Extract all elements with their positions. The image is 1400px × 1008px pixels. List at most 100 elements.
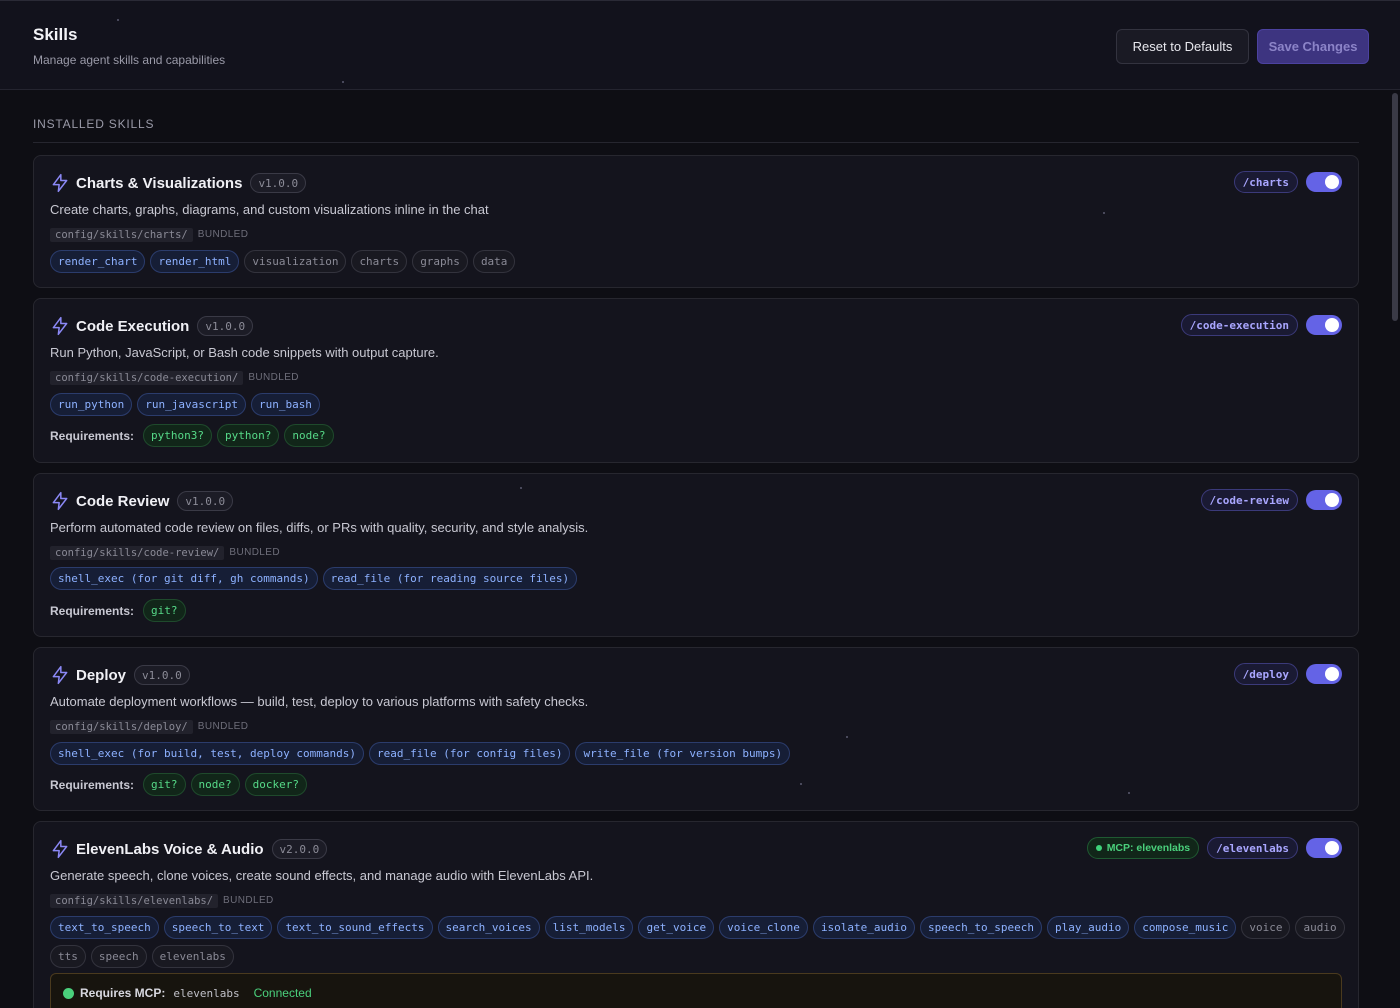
skill-card: Charts & Visualizations v1.0.0 /charts C… — [33, 155, 1359, 288]
slash-command-badge: /code-execution — [1180, 314, 1298, 336]
tool-chip: text_to_speech — [50, 916, 159, 939]
skill-name: Charts & Visualizations — [76, 174, 243, 192]
mcp-status: Connected — [253, 986, 312, 1000]
skill-enabled-toggle[interactable] — [1306, 490, 1342, 510]
page-header: Skills Manage agent skills and capabilit… — [0, 0, 1400, 90]
tool-chip: search_voices — [437, 916, 540, 939]
skill-card: Code Review v1.0.0 /code-review Perform … — [33, 473, 1359, 637]
background-speck — [800, 783, 802, 785]
save-changes-button[interactable]: Save Changes — [1257, 29, 1369, 64]
tool-chip: run_python — [50, 393, 133, 416]
toggle-knob — [1325, 318, 1339, 332]
requirement-chip: git? — [143, 599, 186, 622]
section-heading: INSTALLED SKILLS — [33, 117, 155, 131]
skill-enabled-toggle[interactable] — [1306, 315, 1342, 335]
tool-chip: render_html — [150, 250, 240, 273]
tool-chip: shell_exec (for build, test, deploy comm… — [50, 742, 365, 765]
tool-chip-list: text_to_speech speech_to_text text_to_so… — [50, 916, 1350, 968]
mcp-requirement-label: Requires MCP: — [80, 986, 166, 1000]
version-badge: v1.0.0 — [250, 173, 307, 193]
tool-chip: render_chart — [50, 250, 146, 273]
skill-name: Deploy — [76, 666, 127, 684]
tool-chip: run_javascript — [137, 393, 246, 416]
tag-chip: tts — [50, 945, 86, 968]
background-speck — [1103, 212, 1105, 214]
reset-to-defaults-button[interactable]: Reset to Defaults — [1116, 29, 1249, 64]
requirement-chip: python3? — [143, 424, 213, 447]
requirements-label: Requirements: — [50, 428, 135, 443]
requirements-row: Requirements: git? node? docker? — [50, 773, 308, 796]
toggle-knob — [1325, 667, 1339, 681]
requirement-chip: python? — [217, 424, 280, 447]
tool-chip: text_to_sound_effects — [277, 916, 433, 939]
tool-chip: read_file (for config files) — [369, 742, 571, 765]
tool-chip: write_file (for version bumps) — [575, 742, 791, 765]
skills-list-scroll-area[interactable]: INSTALLED SKILLS Charts & Visualizations… — [0, 91, 1390, 1008]
page-title: Skills — [33, 25, 78, 44]
tool-chip: shell_exec (for git diff, gh commands) — [50, 567, 318, 590]
tool-chip-list: run_python run_javascript run_bash — [50, 393, 1350, 416]
tool-chip: isolate_audio — [812, 916, 916, 939]
skill-path: config/skills/charts/ — [50, 227, 193, 242]
bundled-label: BUNDLED — [197, 229, 249, 240]
bundled-label: BUNDLED — [248, 372, 299, 383]
tool-chip: speech_to_speech — [920, 916, 1042, 939]
skill-path: config/skills/code-execution/ — [50, 370, 244, 385]
tag-chip: voice — [1241, 916, 1291, 939]
status-dot-icon — [1095, 845, 1102, 851]
requirements-row: Requirements: python3? python? node? — [50, 424, 334, 447]
lightning-bolt-icon — [52, 316, 68, 336]
skill-description: Generate speech, clone voices, create so… — [50, 868, 594, 883]
skill-card: Deploy v1.0.0 /deploy Automate deploymen… — [33, 647, 1359, 811]
toggle-knob — [1325, 841, 1339, 855]
skill-path: config/skills/code-review/ — [50, 545, 225, 560]
lightning-bolt-icon — [52, 173, 68, 193]
tag-chip: speech — [90, 945, 147, 968]
tool-chip-list: shell_exec (for git diff, gh commands) r… — [50, 567, 1350, 590]
mcp-connection-badge: MCP: elevenlabs — [1086, 837, 1200, 859]
scrollbar[interactable] — [1392, 91, 1398, 1008]
lightning-bolt-icon — [52, 839, 68, 859]
tool-chip: list_models — [544, 916, 634, 939]
skill-enabled-toggle[interactable] — [1306, 664, 1342, 684]
section-divider — [33, 142, 1359, 143]
requirement-chip: docker? — [244, 773, 308, 796]
tool-chip: run_bash — [250, 393, 320, 416]
version-badge: v2.0.0 — [271, 839, 328, 859]
lightning-bolt-icon — [52, 491, 68, 511]
requirements-label: Requirements: — [50, 603, 135, 618]
version-badge: v1.0.0 — [177, 491, 234, 511]
requirement-chip: git? — [143, 773, 186, 796]
skill-card: Code Execution v1.0.0 /code-execution Ru… — [33, 298, 1359, 463]
background-speck — [846, 736, 848, 738]
skill-path: config/skills/elevenlabs/ — [50, 893, 219, 908]
tag-chip: graphs — [412, 250, 468, 273]
skill-name: Code Review — [76, 492, 170, 510]
requirements-row: Requirements: git? — [50, 599, 186, 622]
tag-chip: visualization — [244, 250, 347, 273]
scrollbar-thumb[interactable] — [1392, 93, 1398, 321]
toggle-knob — [1325, 493, 1339, 507]
skill-path: config/skills/deploy/ — [50, 719, 193, 734]
skill-description: Perform automated code review on files, … — [50, 520, 589, 535]
slash-command-badge: /code-review — [1200, 489, 1298, 511]
tool-chip: voice_clone — [719, 916, 808, 939]
skill-enabled-toggle[interactable] — [1306, 838, 1342, 858]
bundled-label: BUNDLED — [229, 547, 280, 558]
connected-status-icon — [63, 987, 74, 999]
bundled-label: BUNDLED — [223, 895, 274, 906]
tool-chip: play_audio — [1047, 916, 1130, 939]
mcp-requirement-panel: Requires MCP: elevenlabs Connected — [50, 973, 1342, 1008]
page-subtitle: Manage agent skills and capabilities — [33, 53, 226, 67]
tag-chip: data — [472, 250, 516, 273]
requirement-chip: node? — [284, 424, 334, 447]
mcp-badge-label: MCP: elevenlabs — [1106, 842, 1191, 854]
skill-description: Create charts, graphs, diagrams, and cus… — [50, 202, 489, 217]
slash-command-badge: /deploy — [1233, 663, 1298, 685]
background-speck — [342, 81, 344, 83]
skill-enabled-toggle[interactable] — [1306, 172, 1342, 192]
tag-chip: elevenlabs — [151, 945, 234, 968]
tool-chip: get_voice — [638, 916, 715, 939]
tool-chip: speech_to_text — [163, 916, 273, 939]
lightning-bolt-icon — [52, 665, 68, 685]
